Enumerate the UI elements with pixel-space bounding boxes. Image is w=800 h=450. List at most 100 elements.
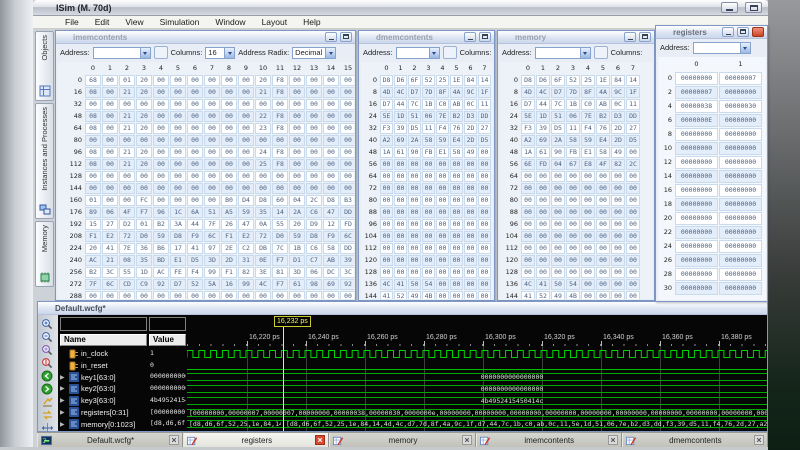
memory-cell[interactable]: 00 (551, 195, 565, 206)
memory-cell[interactable]: F7 (272, 279, 288, 290)
memory-cell[interactable]: 00 (566, 183, 580, 194)
memory-cell[interactable]: DD (478, 111, 491, 122)
memory-cell[interactable]: 00 (536, 255, 550, 266)
memory-cell[interactable]: 00 (119, 99, 135, 110)
memory-cell[interactable]: 00 (521, 195, 535, 206)
menu-help[interactable]: Help (295, 16, 328, 29)
memory-cell[interactable]: 00 (581, 279, 595, 290)
memory-cell[interactable]: 00 (153, 87, 169, 98)
memory-cell[interactable]: 21 (119, 111, 135, 122)
memory-cell[interactable]: 21 (102, 255, 118, 266)
memory-cell[interactable]: 00 (408, 231, 421, 242)
memory-cell[interactable]: 00 (306, 99, 322, 110)
memory-cell[interactable]: 00 (596, 171, 610, 182)
minimize-button[interactable] (722, 27, 734, 37)
memory-cell[interactable]: AB (596, 99, 610, 110)
memory-cell[interactable]: 00 (611, 195, 625, 206)
memory-cell[interactable]: 00 (436, 243, 449, 254)
memory-cell[interactable]: 1C (170, 207, 186, 218)
memory-cell[interactable]: 00 (136, 171, 152, 182)
memory-cell[interactable]: 00 (340, 171, 354, 182)
memory-cell[interactable]: D8 (380, 75, 393, 86)
memory-cell[interactable]: 39 (394, 123, 407, 134)
memory-cell[interactable]: 00 (306, 87, 322, 98)
memory-cell[interactable]: A2 (380, 135, 393, 146)
combo-arrow-icon[interactable] (580, 48, 590, 58)
memory-cell[interactable]: 00 (450, 207, 463, 218)
memory-cell[interactable]: 0000000E (675, 114, 718, 127)
memory-cell[interactable]: 00 (306, 183, 322, 194)
memory-cell[interactable]: 00000000 (719, 212, 762, 225)
memory-cell[interactable]: 4B (422, 291, 435, 299)
memory-cell[interactable]: 00 (102, 99, 118, 110)
maximize-button[interactable] (745, 2, 762, 13)
memory-cell[interactable]: 00 (478, 207, 491, 218)
memory-cell[interactable]: 00 (436, 159, 449, 170)
prev-transition-icon[interactable] (41, 370, 54, 382)
memory-cell[interactable]: 26 (221, 219, 237, 230)
memory-cell[interactable]: B2 (450, 111, 463, 122)
memory-cell[interactable]: 00 (306, 75, 322, 86)
memory-cell[interactable]: 00 (204, 159, 220, 170)
memory-cell[interactable]: F4 (436, 123, 449, 134)
menu-view[interactable]: View (117, 16, 151, 29)
memory-cell[interactable]: 20 (136, 75, 152, 86)
memory-cell[interactable]: AB (323, 255, 339, 266)
memory-cell[interactable]: E2 (238, 231, 254, 242)
memory-cell[interactable]: 00 (323, 75, 339, 86)
memory-cell[interactable]: 00 (408, 183, 421, 194)
memory-cell[interactable]: 00 (581, 231, 595, 242)
memory-cell[interactable]: 72 (255, 231, 271, 242)
memory-cell[interactable]: 00 (272, 99, 288, 110)
memory-cell[interactable]: 00000038 (675, 100, 718, 113)
memory-cell[interactable]: 00 (626, 219, 640, 230)
memory-cell[interactable]: 11 (626, 99, 640, 110)
tab-registers[interactable]: registers (183, 433, 329, 447)
memory-cell[interactable]: 00 (551, 219, 565, 230)
memory-cell[interactable]: 1D (536, 111, 550, 122)
memory-cell[interactable]: 00 (436, 195, 449, 206)
memory-cell[interactable]: 00 (170, 171, 186, 182)
memory-cell[interactable]: AB (450, 99, 463, 110)
memory-cell[interactable]: 41 (187, 243, 203, 254)
memory-cell[interactable]: 00 (478, 171, 491, 182)
memory-cell[interactable]: 00 (626, 267, 640, 278)
memory-cell[interactable]: C0 (436, 99, 449, 110)
memory-cell[interactable]: F8 (272, 87, 288, 98)
memory-cell[interactable]: 00 (187, 159, 203, 170)
memory-cell[interactable]: 00 (289, 99, 305, 110)
memory-cell[interactable]: 00 (170, 159, 186, 170)
memory-cell[interactable]: 00 (464, 159, 477, 170)
memory-cell[interactable]: 00 (450, 159, 463, 170)
memory-cell[interactable]: 00 (450, 243, 463, 254)
memory-cell[interactable]: 00 (536, 171, 550, 182)
memory-cell[interactable]: F3 (380, 123, 393, 134)
memory-cell[interactable]: 00 (153, 75, 169, 86)
memory-cell[interactable]: 00 (596, 231, 610, 242)
signal-row-memory-0-1023-[interactable]: ▶memory[0:1023] (60, 418, 147, 430)
memory-cell[interactable]: 14 (478, 75, 491, 86)
memory-cell[interactable]: AC (85, 255, 101, 266)
memory-cell[interactable]: 6F (551, 75, 565, 86)
memory-cell[interactable]: B6 (153, 243, 169, 254)
wave-canvas[interactable]: 16,220 ps16,240 ps16,260 ps16,280 ps16,3… (187, 315, 767, 431)
memory-cell[interactable]: 00 (408, 171, 421, 182)
memory-cell[interactable]: 58 (422, 135, 435, 146)
memory-cell[interactable]: 00 (119, 291, 135, 299)
memory-cell[interactable]: 00 (581, 291, 595, 299)
memory-cell[interactable]: 55 (272, 219, 288, 230)
memory-cell[interactable]: 00 (221, 147, 237, 158)
memory-cell[interactable]: 00 (306, 159, 322, 170)
memory-cell[interactable]: 00 (255, 171, 271, 182)
memory-cell[interactable]: 00 (394, 219, 407, 230)
memory-cell[interactable]: 00 (306, 111, 322, 122)
memory-cell[interactable]: 3E (255, 267, 271, 278)
memory-cell[interactable]: 6F (408, 75, 421, 86)
memory-cell[interactable]: 69 (323, 279, 339, 290)
memory-cell[interactable]: 00 (551, 267, 565, 278)
memory-cell[interactable]: 2D (611, 123, 625, 134)
memory-cell[interactable]: 52 (422, 75, 435, 86)
memory-cell[interactable]: DD (626, 111, 640, 122)
memory-cell[interactable]: 00 (85, 291, 101, 299)
memory-cell[interactable]: 58 (323, 243, 339, 254)
